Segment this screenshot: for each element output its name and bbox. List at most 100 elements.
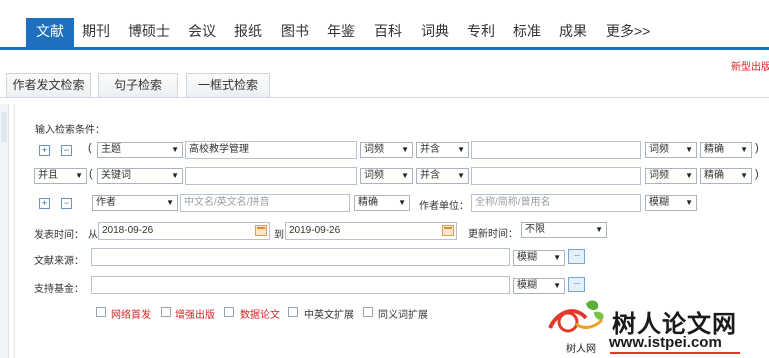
unit-match-select-value: 模糊: [649, 197, 669, 208]
author-match-select-value: 精确: [358, 197, 378, 208]
chevron-down-icon: ▼: [740, 171, 748, 180]
chevron-down-icon: ▼: [740, 145, 748, 154]
logic-select-2-value: 并含: [420, 170, 440, 181]
logic-select-1[interactable]: 并含 ▼: [416, 142, 469, 158]
source-match-select-value: 模糊: [517, 252, 537, 263]
frequency-select-2a-value: 词频: [364, 170, 384, 181]
date-from-label: 从: [88, 230, 98, 241]
add-row-icon[interactable]: +: [39, 145, 50, 156]
nav-underline: [0, 47, 769, 50]
calendar-icon[interactable]: [255, 225, 267, 236]
date-to-label: 到: [274, 230, 284, 241]
calendar-icon[interactable]: [442, 225, 454, 236]
checkbox-enhanced-publishing-label[interactable]: 增强出版: [175, 306, 215, 321]
author-name-input[interactable]: 中文名/英文名/拼音: [180, 194, 350, 212]
checkbox-data-paper-label[interactable]: 数据论文: [240, 306, 280, 321]
add-author-icon[interactable]: +: [39, 198, 50, 209]
watermark-underline: [610, 352, 740, 354]
nav-tab-theses[interactable]: 博硕士: [118, 18, 180, 47]
checkbox-synonym-extension[interactable]: [363, 307, 373, 317]
author-unit-label: 作者单位：: [419, 201, 469, 212]
checkbox-synonym-extension-label[interactable]: 同义词扩展: [378, 306, 428, 321]
search-term-input-2b[interactable]: [471, 167, 641, 185]
update-time-select[interactable]: 不限 ▼: [521, 222, 607, 238]
checkbox-data-paper[interactable]: [224, 307, 234, 317]
chevron-down-icon: ▼: [457, 171, 465, 180]
remove-author-icon[interactable]: −: [61, 198, 72, 209]
field-select-2-value: 关键词: [101, 170, 131, 181]
chevron-down-icon: ▼: [685, 198, 693, 207]
chevron-down-icon: ▼: [171, 145, 179, 154]
fund-input[interactable]: [91, 276, 510, 294]
checkbox-cn-en-extension[interactable]: [288, 307, 298, 317]
nav-tab-standards[interactable]: 标准: [503, 18, 551, 47]
tab-sentence-search[interactable]: 句子检索: [98, 73, 178, 97]
frequency-select-1a-value: 词频: [364, 144, 384, 155]
chevron-down-icon: ▼: [401, 171, 409, 180]
nav-tab-yearbooks[interactable]: 年鉴: [317, 18, 365, 47]
nav-tab-newspapers[interactable]: 报纸: [224, 18, 272, 47]
chevron-down-icon: ▼: [553, 253, 561, 262]
frequency-select-2b[interactable]: 词频 ▼: [645, 168, 697, 184]
checkbox-cn-en-extension-label[interactable]: 中英文扩展: [304, 306, 354, 321]
author-unit-input[interactable]: 全称/简称/曾用名: [471, 194, 641, 212]
chevron-down-icon: ▼: [171, 171, 179, 180]
chevron-down-icon: ▼: [75, 171, 83, 180]
checkbox-enhanced-publishing[interactable]: [161, 307, 171, 317]
nav-tab-conferences[interactable]: 会议: [178, 18, 226, 47]
author-match-select[interactable]: 精确 ▼: [354, 195, 410, 211]
nav-tab-journals[interactable]: 期刊: [72, 18, 120, 47]
search-term-input-2[interactable]: [185, 167, 357, 185]
frequency-select-1a[interactable]: 词频 ▼: [360, 142, 413, 158]
watermark-small-label: 树人网: [566, 344, 596, 355]
search-term-input-1b[interactable]: [471, 141, 641, 159]
update-time-label: 更新时间：: [468, 229, 518, 240]
tab-author-search[interactable]: 作者发文检索: [6, 73, 91, 97]
source-input[interactable]: [91, 248, 510, 266]
author-field-select[interactable]: 作者 ▼: [92, 195, 178, 211]
frequency-select-2a[interactable]: 词频 ▼: [360, 168, 413, 184]
unit-match-select[interactable]: 模糊 ▼: [645, 195, 697, 211]
nav-tab-patents[interactable]: 专利: [457, 18, 505, 47]
checkbox-online-first[interactable]: [96, 307, 106, 317]
nav-tab-literature[interactable]: 文献: [26, 18, 74, 47]
field-select-2[interactable]: 关键词 ▼: [97, 168, 183, 184]
field-select-1[interactable]: 主题 ▼: [97, 142, 183, 158]
chevron-down-icon: ▼: [595, 225, 603, 234]
source-more-icon[interactable]: ···: [568, 249, 585, 264]
chevron-down-icon: ▼: [457, 145, 465, 154]
tab-single-box-search[interactable]: 一框式检索: [186, 73, 270, 97]
nav-tab-books[interactable]: 图书: [271, 18, 319, 47]
logic-select-2[interactable]: 并含 ▼: [416, 168, 469, 184]
match-select-2-value: 精确: [704, 170, 724, 181]
source-match-select[interactable]: 模糊 ▼: [513, 250, 565, 266]
chevron-down-icon: ▼: [685, 145, 693, 154]
date-to-input[interactable]: 2019-09-26: [285, 222, 457, 240]
frequency-select-1b[interactable]: 词频 ▼: [645, 142, 697, 158]
checkbox-online-first-label[interactable]: 网络首发: [111, 306, 151, 321]
bool-select-2[interactable]: 并且 ▼: [34, 168, 87, 184]
watermark-url: www.istpei.com: [609, 334, 722, 351]
search-term-input-1[interactable]: 高校教学管理: [185, 141, 357, 159]
fund-more-icon[interactable]: ···: [568, 277, 585, 292]
publish-date-label: 发表时间：: [34, 230, 84, 241]
fund-match-select[interactable]: 模糊 ▼: [513, 278, 565, 294]
open-paren: (: [89, 168, 93, 180]
logic-select-1-value: 并含: [420, 144, 440, 155]
top-nav: 文献 期刊 博硕士 会议 报纸 图书 年鉴 百科 词典 专利 标准 成果 更多>…: [0, 0, 769, 50]
watermark-logo-icon: [548, 300, 604, 333]
fund-match-select-value: 模糊: [517, 280, 537, 291]
nav-tab-more[interactable]: 更多>>: [596, 18, 660, 47]
match-select-1[interactable]: 精确 ▼: [700, 142, 752, 158]
chevron-down-icon: ▼: [553, 281, 561, 290]
open-paren: (: [88, 142, 92, 154]
date-from-input[interactable]: 2018-09-26: [98, 222, 270, 240]
chevron-down-icon: ▼: [685, 171, 693, 180]
nav-tab-achievements[interactable]: 成果: [549, 18, 597, 47]
frequency-select-2b-value: 词频: [649, 170, 669, 181]
nav-tab-dictionary[interactable]: 词典: [411, 18, 459, 47]
match-select-2[interactable]: 精确 ▼: [700, 168, 752, 184]
update-time-select-value: 不限: [525, 224, 545, 235]
nav-tab-encyclopedia[interactable]: 百科: [364, 18, 412, 47]
remove-row-icon[interactable]: −: [61, 145, 72, 156]
